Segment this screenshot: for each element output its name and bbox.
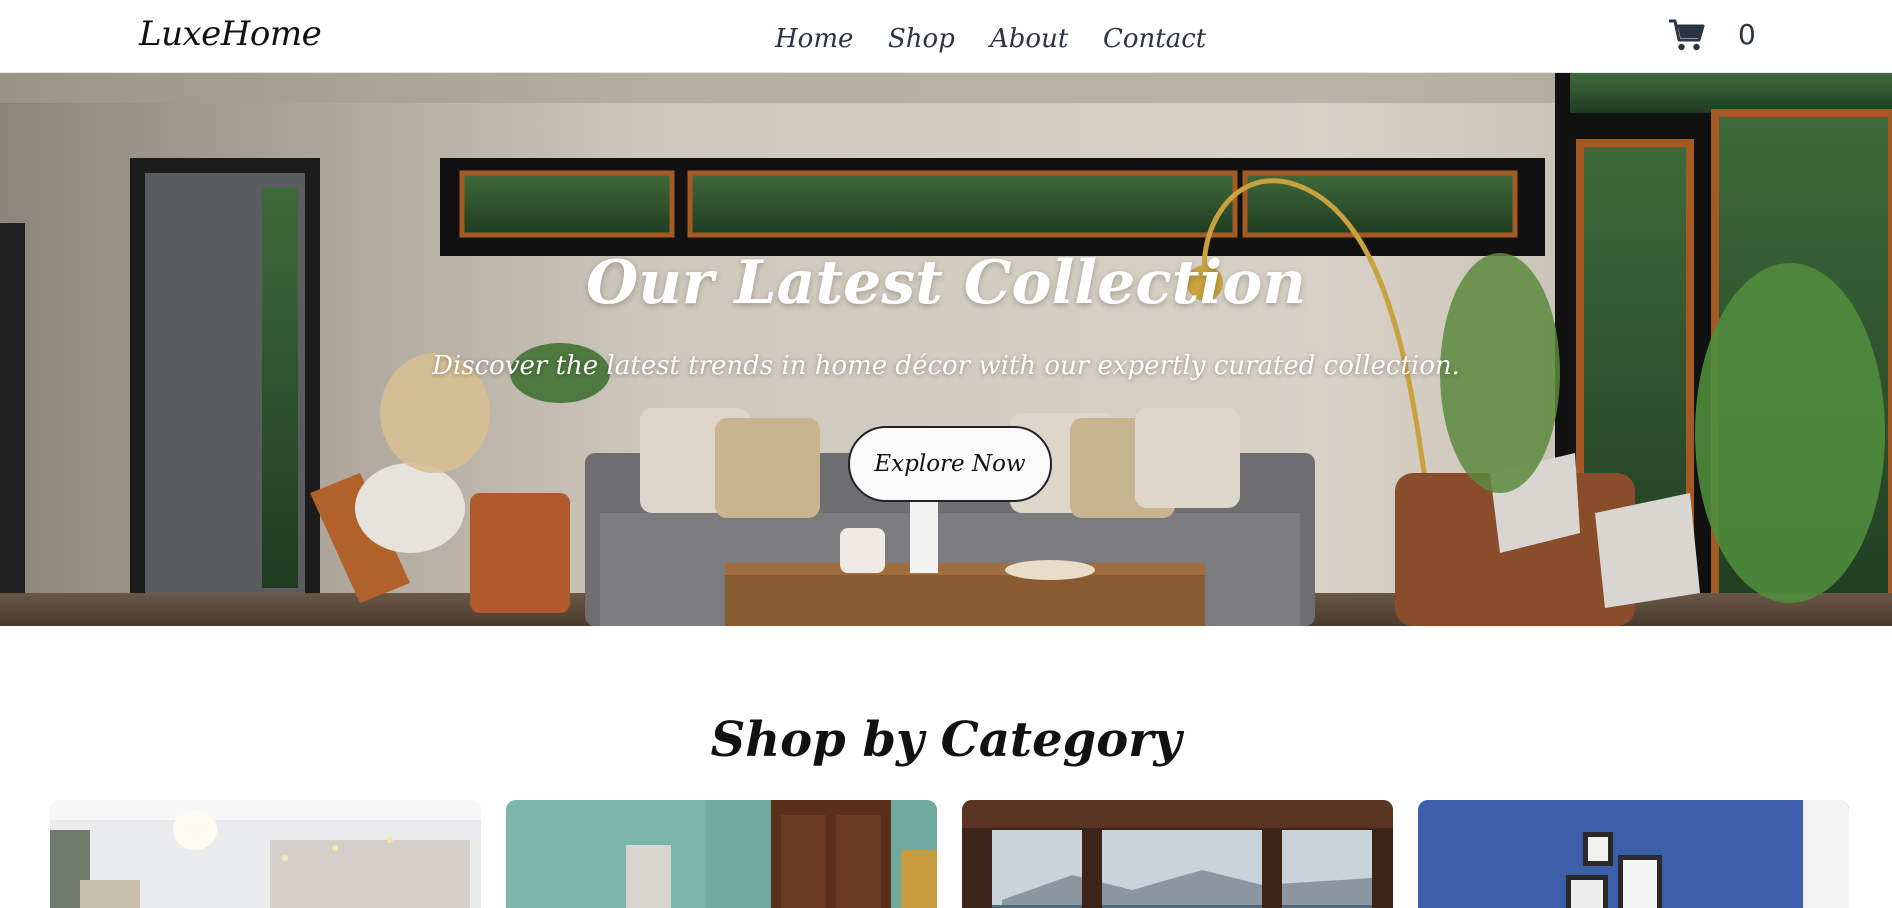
site-header: LuxeHome Home Shop About Contact 0 xyxy=(0,0,1892,73)
category-card[interactable] xyxy=(50,800,481,908)
categories-title: Shop by Category xyxy=(710,712,1182,768)
nav-about[interactable]: About xyxy=(990,24,1068,54)
cart-button[interactable]: 0 xyxy=(1668,14,1778,58)
nav-contact[interactable]: Contact xyxy=(1103,24,1206,54)
explore-now-button[interactable]: Explore Now xyxy=(848,426,1052,502)
nav-shop[interactable]: Shop xyxy=(888,24,955,54)
teal-room-wardrobe-image xyxy=(506,800,937,908)
hero-title: Our Latest Collection xyxy=(586,248,1306,318)
bright-living-room-image xyxy=(50,800,481,908)
logo[interactable]: LuxeHome xyxy=(139,14,322,54)
window-seaside-view-image xyxy=(962,800,1393,908)
cart-icon xyxy=(1669,19,1705,51)
cart-count: 0 xyxy=(1738,18,1756,51)
category-card[interactable] xyxy=(1418,800,1849,908)
blue-wall-shelves-image xyxy=(1418,800,1849,908)
hero-banner: Our Latest Collection Discover the lates… xyxy=(0,73,1892,626)
hero-living-room-image xyxy=(0,73,1892,626)
category-card[interactable] xyxy=(962,800,1393,908)
hero-subtitle: Discover the latest trends in home décor… xyxy=(432,351,1460,381)
nav-home[interactable]: Home xyxy=(775,24,853,54)
category-card[interactable] xyxy=(506,800,937,908)
